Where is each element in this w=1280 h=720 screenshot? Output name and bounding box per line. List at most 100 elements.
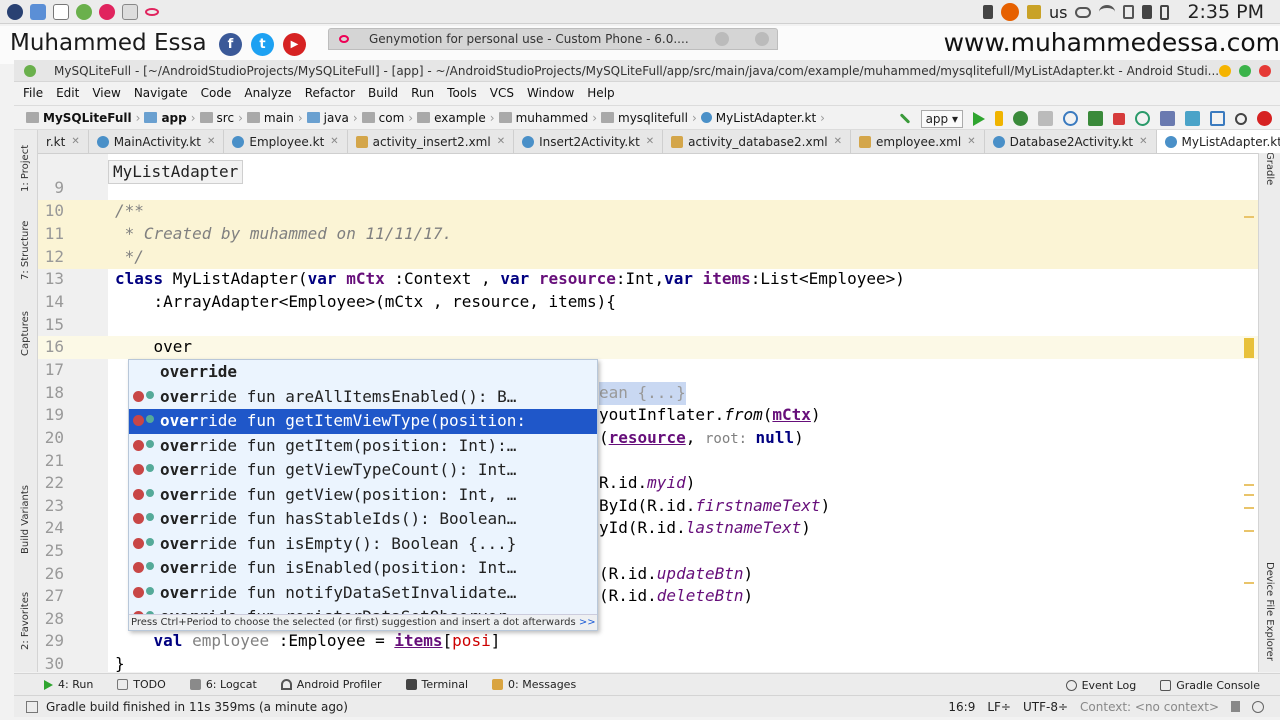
menu-build[interactable]: Build bbox=[368, 86, 398, 100]
crumb-project[interactable]: MySQLiteFull › bbox=[26, 111, 140, 125]
maximize-button[interactable] bbox=[1239, 65, 1251, 77]
caret-position[interactable]: 16:9 bbox=[948, 696, 975, 718]
wifi-icon[interactable] bbox=[1099, 5, 1116, 19]
project-tool-button[interactable]: 1: Project bbox=[20, 145, 31, 192]
apply-changes-icon[interactable] bbox=[995, 111, 1003, 126]
menu-tools[interactable]: Tools bbox=[447, 86, 477, 100]
close-icon[interactable]: ✕ bbox=[330, 136, 338, 147]
completion-hint-link[interactable]: >> bbox=[579, 617, 596, 628]
warning-marker[interactable] bbox=[1244, 216, 1254, 218]
completion-item[interactable]: override fun areAllItemsEnabled(): B… bbox=[129, 385, 597, 410]
warning-marker[interactable] bbox=[1244, 484, 1254, 486]
menu-refactor[interactable]: Refactor bbox=[305, 86, 355, 100]
tab-activity-database2[interactable]: activity_database2.xml ✕ bbox=[663, 130, 852, 153]
image-viewer-icon[interactable] bbox=[122, 3, 138, 20]
menu-view[interactable]: View bbox=[92, 86, 120, 100]
scroll-position-marker[interactable] bbox=[1244, 338, 1254, 358]
firefox-icon[interactable] bbox=[1000, 3, 1019, 21]
status-icon[interactable] bbox=[26, 701, 38, 713]
favorites-tool-button[interactable]: 2: Favorites bbox=[20, 592, 31, 650]
device-file-explorer-button[interactable]: Device File Explorer bbox=[1264, 562, 1275, 661]
event-log-button[interactable]: Event Log bbox=[1065, 679, 1136, 692]
completion-item[interactable]: override fun getViewTypeCount(): Int… bbox=[129, 458, 597, 483]
status-message[interactable]: Gradle build finished in 11s 359ms (a mi… bbox=[46, 700, 348, 714]
tab-employee-kt[interactable]: Employee.kt ✕ bbox=[224, 130, 348, 153]
tab-database2activity[interactable]: Database2Activity.kt ✕ bbox=[985, 130, 1157, 153]
tab-mylistadapter[interactable]: MyListAdapter.kt✕ bbox=[1156, 130, 1280, 153]
completion-item[interactable]: override fun getItem(position: Int):… bbox=[129, 434, 597, 459]
run-tool-button[interactable]: 4: Run bbox=[44, 678, 93, 691]
completion-item[interactable]: override fun notifyDataSetInvalidate… bbox=[129, 581, 597, 606]
genymotion-icon[interactable] bbox=[99, 3, 115, 20]
logcat-tool-button[interactable]: 6: Logcat bbox=[189, 678, 257, 691]
make-icon[interactable] bbox=[899, 113, 910, 124]
messages-tool-button[interactable]: 0: Messages bbox=[492, 678, 576, 691]
search-icon[interactable] bbox=[1235, 112, 1247, 125]
completion-item[interactable]: override fun isEnabled(position: Int… bbox=[129, 556, 597, 581]
gradle-tool-button[interactable]: Gradle bbox=[1264, 152, 1275, 185]
tab-activity-insert2[interactable]: activity_insert2.xml ✕ bbox=[348, 130, 515, 153]
run-config-select[interactable]: app ▾ bbox=[920, 109, 963, 128]
build-variants-tool-button[interactable]: Build Variants bbox=[20, 485, 31, 554]
menu-help[interactable]: Help bbox=[587, 86, 614, 100]
crumb-com[interactable]: com › bbox=[361, 111, 413, 125]
profiler-tool-button[interactable]: Android Profiler bbox=[280, 678, 382, 691]
class-breadcrumb-popup[interactable]: MyListAdapter bbox=[108, 160, 244, 184]
project-structure-icon[interactable] bbox=[1210, 111, 1225, 126]
attach-debugger-icon[interactable] bbox=[1038, 111, 1053, 126]
completion-item[interactable]: override fun getView(position: Int, … bbox=[129, 483, 597, 508]
crumb-app[interactable]: app › bbox=[144, 111, 196, 125]
clipboard-icon[interactable] bbox=[1123, 5, 1135, 19]
close-icon[interactable]: ✕ bbox=[71, 136, 79, 147]
menu-file[interactable]: File bbox=[23, 86, 43, 100]
structure-tool-button[interactable]: 7: Structure bbox=[20, 221, 31, 280]
gradle-console-button[interactable]: Gradle Console bbox=[1160, 679, 1260, 692]
close-icon[interactable]: ✕ bbox=[646, 136, 654, 147]
menu-edit[interactable]: Edit bbox=[56, 86, 79, 100]
warning-marker[interactable] bbox=[1244, 494, 1254, 496]
close-button[interactable] bbox=[1259, 65, 1271, 77]
warning-marker[interactable] bbox=[1244, 507, 1254, 509]
close-icon[interactable] bbox=[755, 32, 769, 46]
inspection-icon[interactable] bbox=[1252, 701, 1264, 713]
close-icon[interactable]: ✕ bbox=[497, 136, 505, 147]
completion-item-selected[interactable]: override fun getItemViewType(position: bbox=[129, 409, 597, 434]
close-icon[interactable]: ✕ bbox=[834, 136, 842, 147]
profile-icon[interactable] bbox=[1063, 111, 1078, 126]
terminal-tool-button[interactable]: Terminal bbox=[405, 678, 468, 691]
debug-icon[interactable] bbox=[1013, 111, 1028, 126]
fedora-icon[interactable] bbox=[7, 3, 23, 20]
file-encoding[interactable]: UTF-8÷ bbox=[1023, 696, 1068, 718]
menu-window[interactable]: Window bbox=[527, 86, 574, 100]
close-icon[interactable]: ✕ bbox=[967, 136, 975, 147]
menu-code[interactable]: Code bbox=[201, 86, 232, 100]
warning-marker[interactable] bbox=[1244, 530, 1254, 532]
battery-icon[interactable] bbox=[1160, 4, 1170, 20]
lock-icon[interactable] bbox=[1231, 701, 1240, 712]
completion-item[interactable]: override fun isEmpty(): Boolean {...} bbox=[129, 532, 597, 557]
volume-icon[interactable] bbox=[1142, 5, 1153, 19]
android-studio-icon[interactable] bbox=[76, 3, 92, 20]
window-icon[interactable] bbox=[53, 3, 69, 20]
lock-icon[interactable] bbox=[982, 5, 993, 19]
menu-vcs[interactable]: VCS bbox=[490, 86, 514, 100]
clock[interactable]: 2:35 PM bbox=[1187, 1, 1264, 23]
completion-item[interactable]: override bbox=[129, 360, 597, 385]
crumb-java[interactable]: java › bbox=[306, 111, 358, 125]
captures-tool-button[interactable]: Captures bbox=[20, 311, 31, 356]
coverage-icon[interactable] bbox=[1088, 111, 1103, 126]
files-icon[interactable] bbox=[30, 3, 46, 20]
completion-item[interactable]: override fun hasStableIds(): Boolean… bbox=[129, 507, 597, 532]
close-icon[interactable]: ✕ bbox=[207, 136, 215, 147]
genymotion-window-tab[interactable]: Genymotion for personal use - Custom Pho… bbox=[328, 28, 778, 50]
package-icon[interactable] bbox=[1026, 5, 1041, 19]
keyboard-layout[interactable]: us bbox=[1049, 3, 1067, 22]
crumb-main[interactable]: main › bbox=[246, 111, 303, 125]
feedback-icon[interactable] bbox=[1257, 111, 1272, 126]
tab-insert2activity[interactable]: Insert2Activity.kt ✕ bbox=[514, 130, 664, 153]
menu-navigate[interactable]: Navigate bbox=[134, 86, 188, 100]
crumb-src[interactable]: src › bbox=[199, 111, 243, 125]
crumb-example[interactable]: example › bbox=[417, 111, 495, 125]
line-separator[interactable]: LF÷ bbox=[987, 696, 1011, 718]
tab-r-kt[interactable]: r.kt ✕ bbox=[38, 130, 89, 153]
